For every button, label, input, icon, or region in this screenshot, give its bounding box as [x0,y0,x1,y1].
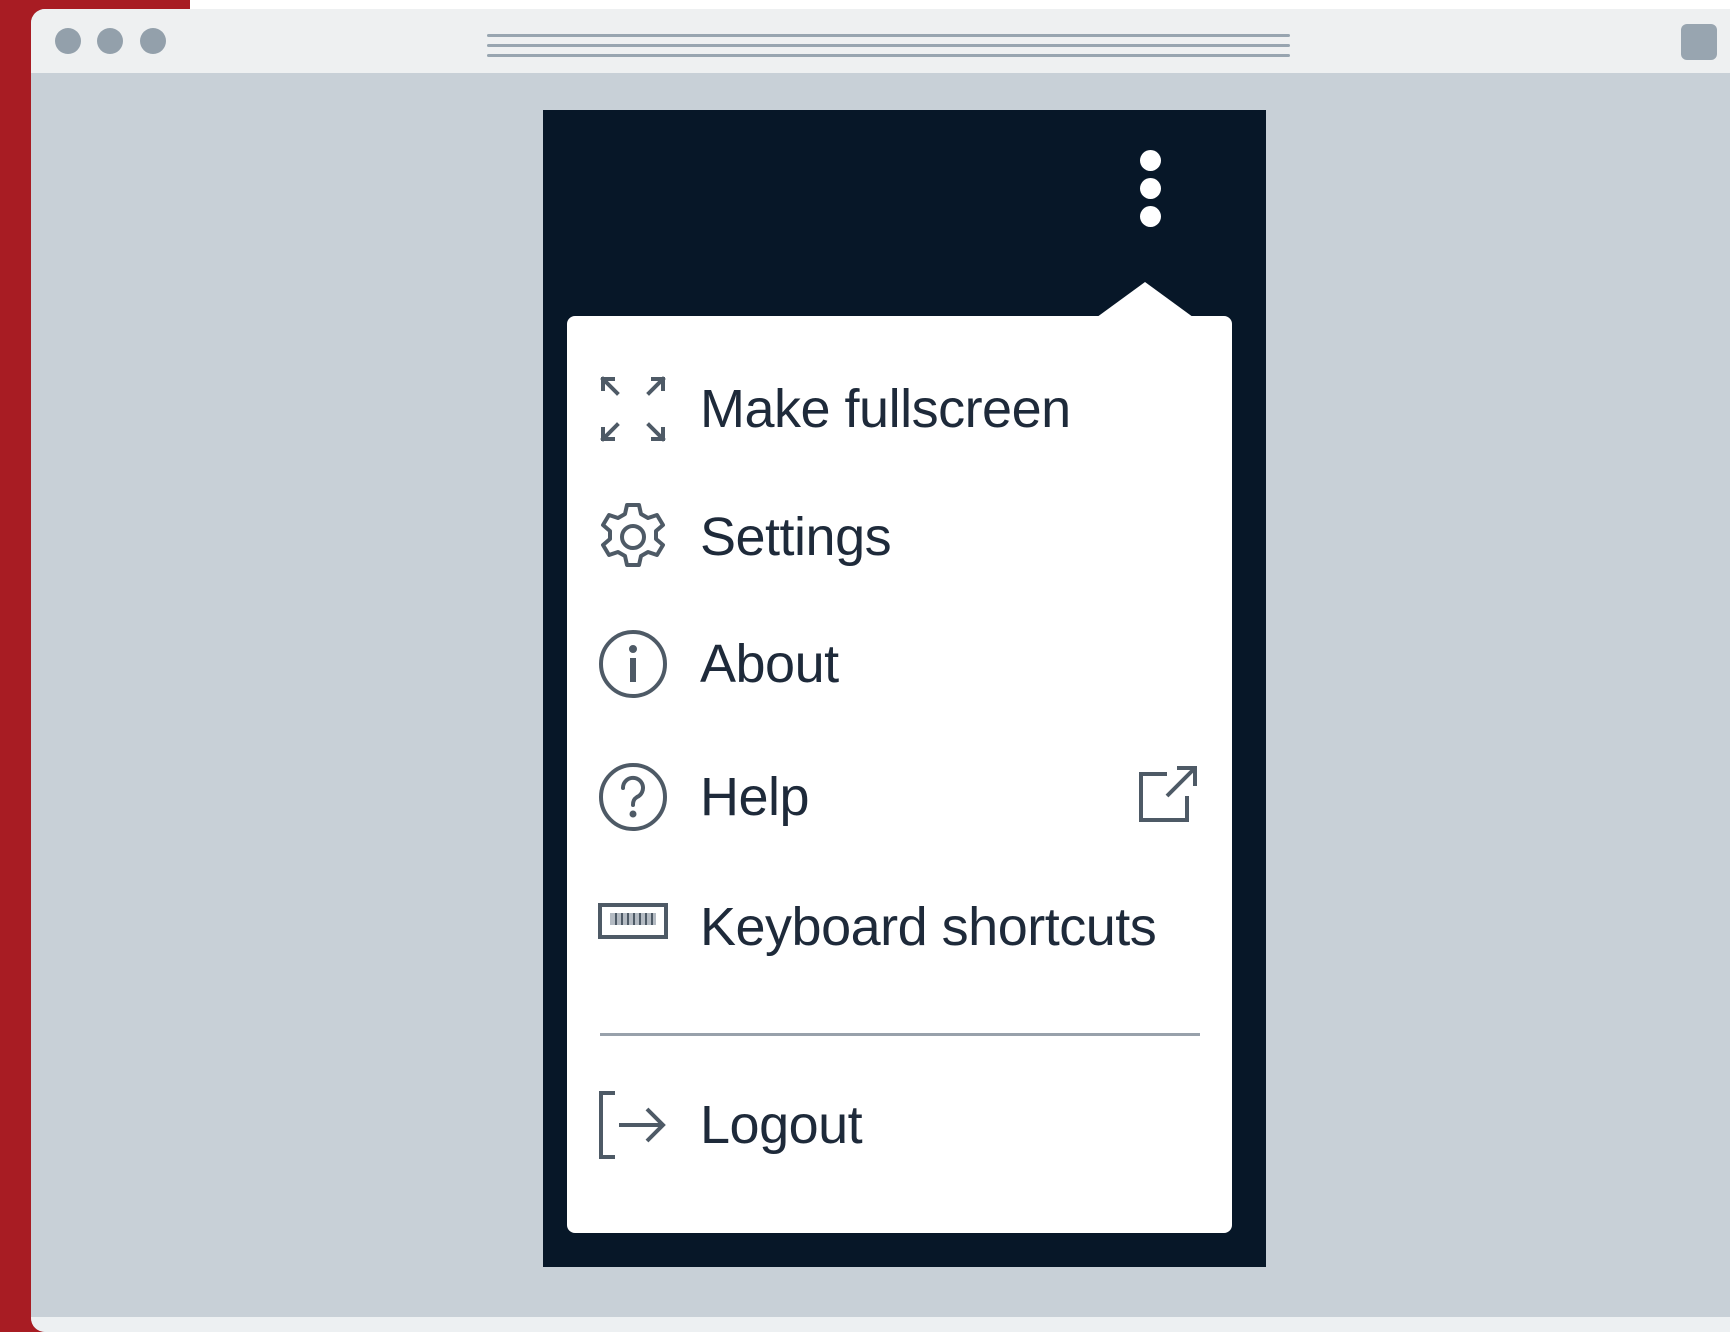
gear-icon [601,503,665,567]
kebab-dot [1140,178,1161,199]
menu-item-help[interactable]: Help [567,742,1232,852]
menu-item-keyboard-shortcuts[interactable]: Keyboard shortcuts [567,872,1232,982]
menu-item-label: Help [700,767,810,827]
overflow-menu: Make fullscreen Settings About Help Keyb… [567,316,1232,1233]
menu-item-label: Make fullscreen [700,379,1071,439]
window-bottom-edge [31,1317,1730,1332]
fullscreen-icon [600,376,666,442]
logout-icon [599,1091,666,1159]
kebab-dot [1140,206,1161,227]
external-link-icon [1139,766,1197,822]
menu-item-label: Logout [700,1095,863,1155]
window-menu-button[interactable] [1681,24,1717,60]
menu-item-label: About [700,634,839,694]
menu-item-fullscreen[interactable]: Make fullscreen [567,354,1232,464]
window-close-dot[interactable] [55,28,81,54]
menu-caret [1093,282,1197,320]
menu-item-about[interactable]: About [567,609,1232,719]
window-maximize-dot[interactable] [140,28,166,54]
kebab-dot [1140,150,1161,171]
menu-divider [600,1033,1200,1036]
window-titlebar [31,9,1730,73]
menu-item-label: Settings [700,507,892,567]
help-icon [599,763,667,831]
window-minimize-dot[interactable] [97,28,123,54]
address-bar-placeholder[interactable] [487,26,1290,58]
menu-item-settings[interactable]: Settings [567,482,1232,592]
info-icon [599,630,667,698]
menu-item-label: Keyboard shortcuts [700,897,1157,957]
menu-item-logout[interactable]: Logout [567,1070,1232,1180]
keyboard-icon [598,903,668,939]
overflow-menu-button[interactable] [1117,140,1183,240]
